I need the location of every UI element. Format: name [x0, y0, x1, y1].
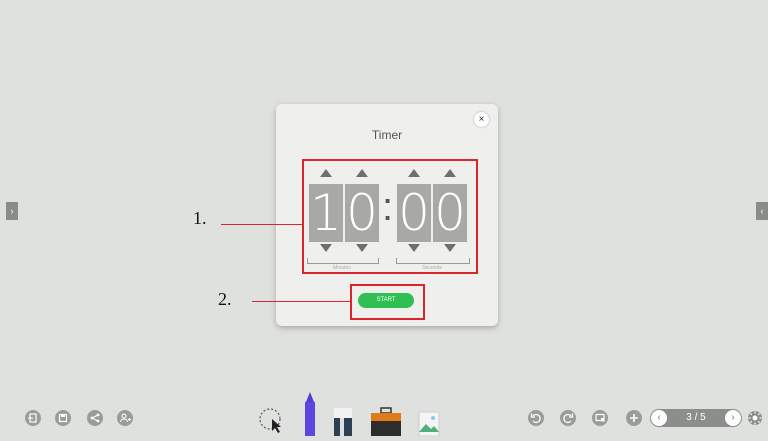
undo-icon[interactable]: [528, 410, 544, 426]
left-side-tab[interactable]: ›: [6, 202, 18, 220]
image-gallery-icon[interactable]: [415, 408, 443, 441]
pen-tool-icon[interactable]: [302, 392, 318, 441]
callout-line-2: [252, 301, 350, 302]
redo-icon[interactable]: [560, 410, 576, 426]
share-icon[interactable]: [87, 410, 103, 426]
right-side-tab[interactable]: ‹: [756, 202, 768, 220]
save-icon[interactable]: [55, 410, 71, 426]
next-page-button[interactable]: ›: [725, 410, 741, 426]
add-page-icon[interactable]: [626, 410, 642, 426]
dialog-title: Timer: [371, 128, 403, 142]
callout-box-digits: [302, 159, 478, 274]
callout-label-1: 1.: [193, 208, 207, 228]
lasso-select-tool-icon[interactable]: [258, 406, 286, 439]
chevron-right-icon: ›: [10, 206, 14, 216]
exit-icon[interactable]: [25, 410, 41, 426]
page-view-icon[interactable]: [592, 410, 608, 426]
callout-line-1: [221, 224, 302, 225]
chevron-left-icon: ‹: [760, 206, 764, 216]
callout-box-start: [350, 284, 425, 320]
close-button[interactable]: ×: [474, 112, 489, 127]
add-user-icon[interactable]: [117, 410, 133, 426]
gear-icon[interactable]: [746, 409, 764, 432]
page-navigator: ‹ 3 / 5 ›: [650, 409, 742, 427]
callout-label-2: 2.: [218, 289, 232, 309]
